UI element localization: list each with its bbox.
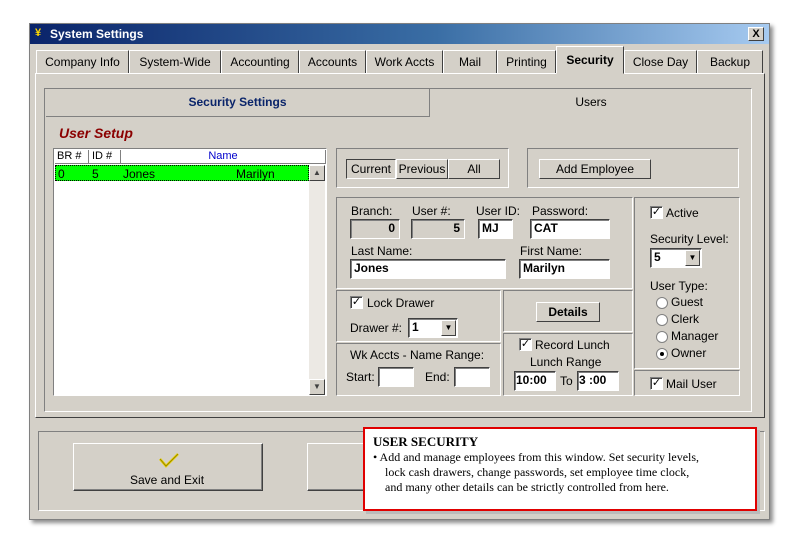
tab-accounting[interactable]: Accounting [221, 50, 299, 74]
record-lunch-label: Record Lunch [535, 338, 610, 352]
user-id-field[interactable]: MJ [478, 219, 513, 239]
subtab-users[interactable]: Users [431, 89, 751, 117]
security-level-select[interactable]: 5 ▼ [650, 248, 702, 268]
user-number-field: 5 [411, 219, 465, 239]
drawer-number-label: Drawer #: [350, 321, 403, 335]
radio-clerk[interactable] [656, 314, 668, 326]
end-label: End: [425, 370, 450, 384]
add-employee-button[interactable]: Add Employee [539, 159, 651, 179]
tab-security[interactable]: Security [556, 46, 624, 74]
active-checkbox[interactable]: ✓ [650, 206, 663, 219]
password-label: Password: [532, 204, 589, 218]
lunch-range-label: Lunch Range [530, 355, 602, 369]
scroll-down-icon[interactable]: ▼ [309, 379, 325, 395]
callout-line-2: lock cash drawers, change passwords, set… [385, 465, 690, 479]
record-lunch-checkbox[interactable]: ✓ [519, 338, 532, 351]
cell-last-name: Jones [123, 167, 156, 181]
start-label: Start: [346, 370, 375, 384]
cell-br: 0 [58, 167, 65, 181]
password-field[interactable]: CAT [530, 219, 610, 239]
radio-owner-label: Owner [671, 346, 707, 360]
chevron-down-icon[interactable]: ▼ [685, 250, 700, 266]
lunch-to-field[interactable]: 3 :00 [577, 371, 619, 391]
lock-drawer-checkbox[interactable]: ✓ [350, 296, 363, 309]
column-header-br[interactable]: BR # [55, 150, 89, 164]
radio-clerk-label: Clerk [671, 312, 700, 326]
lunch-from-field[interactable]: 10:00 [514, 371, 556, 391]
subtab-security-settings[interactable]: Security Settings [46, 89, 430, 117]
details-button[interactable]: Details [536, 302, 600, 322]
start-field[interactable] [378, 367, 414, 387]
user-list[interactable]: BR # ID # Name 0 5 Jones Marilyn ▲ ▼ [53, 148, 327, 396]
user-type-label: User Type: [650, 279, 708, 293]
cell-first-name: Marilyn [236, 167, 275, 181]
last-name-label: Last Name: [351, 244, 413, 258]
callout-body: • Add and manage employees from this win… [373, 450, 747, 495]
lock-drawer-label: Lock Drawer [367, 296, 435, 310]
tab-backup[interactable]: Backup [697, 50, 763, 74]
window-title: System Settings [50, 27, 144, 41]
lunch-to-label: To [560, 374, 573, 388]
tab-mail[interactable]: Mail [443, 50, 497, 74]
tab-system-wide[interactable]: System-Wide [129, 50, 221, 74]
end-field[interactable] [454, 367, 490, 387]
mail-user-checkbox[interactable]: ✓ [650, 377, 663, 390]
tab-work-accts[interactable]: Work Accts [366, 50, 443, 74]
first-name-label: First Name: [520, 244, 583, 258]
tab-accounts[interactable]: Accounts [299, 50, 366, 74]
active-label: Active [666, 206, 699, 220]
app-icon: ¥ [35, 27, 42, 39]
branch-label: Branch: [351, 204, 393, 218]
title-bar[interactable]: ¥ System Settings X [30, 24, 769, 44]
radio-owner[interactable] [656, 348, 668, 360]
mail-user-label: Mail User [666, 377, 717, 391]
save-and-exit-button[interactable]: Save and Exit [73, 443, 263, 491]
tab-company-info[interactable]: Company Info [36, 50, 129, 74]
save-and-exit-label: Save and Exit [130, 473, 205, 487]
callout-line-1: • Add and manage employees from this win… [373, 450, 700, 464]
radio-guest[interactable] [656, 297, 668, 309]
security-level-label: Security Level: [650, 232, 729, 246]
tab-printing[interactable]: Printing [497, 50, 556, 74]
column-header-id[interactable]: ID # [89, 150, 121, 164]
tab-close-day[interactable]: Close Day [624, 50, 697, 74]
wk-accts-label: Wk Accts - Name Range: [350, 348, 485, 362]
callout-line-3: and many other details can be strictly c… [385, 480, 669, 494]
callout-title: USER SECURITY [373, 434, 479, 449]
previous-button[interactable]: Previous [396, 159, 448, 179]
drawer-number-select[interactable]: 1 ▼ [408, 318, 458, 338]
scroll-up-icon[interactable]: ▲ [309, 165, 325, 181]
list-scrollbar[interactable]: ▲ ▼ [309, 165, 325, 395]
drawer-number-value: 1 [412, 320, 419, 334]
column-header-name[interactable]: Name [121, 150, 326, 164]
radio-manager-label: Manager [671, 329, 719, 343]
cell-id: 5 [92, 167, 99, 181]
table-row[interactable]: 0 5 Jones Marilyn [55, 165, 309, 181]
chevron-down-icon[interactable]: ▼ [441, 320, 456, 336]
close-button[interactable]: X [748, 27, 764, 41]
user-id-label: User ID: [476, 204, 521, 218]
last-name-field[interactable]: Jones [350, 259, 506, 279]
first-name-field[interactable]: Marilyn [519, 259, 610, 279]
current-button[interactable]: Current [346, 159, 396, 179]
user-number-label: User #: [412, 204, 451, 218]
security-level-value: 5 [654, 250, 661, 264]
check-icon [159, 453, 179, 468]
radio-manager[interactable] [656, 331, 668, 343]
user-setup-heading: User Setup [59, 125, 133, 141]
all-button[interactable]: All [448, 159, 500, 179]
radio-guest-label: Guest [671, 295, 704, 309]
branch-field: 0 [350, 219, 400, 239]
user-security-callout: USER SECURITY • Add and manage employees… [363, 427, 757, 511]
